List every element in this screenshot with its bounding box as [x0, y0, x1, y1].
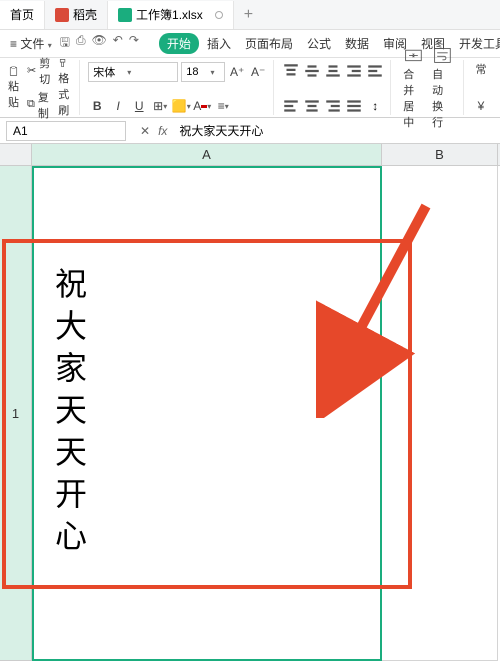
name-box[interactable]: A1	[6, 121, 126, 141]
formula-input[interactable]: 祝大家天天开心	[175, 122, 500, 139]
font-size-select[interactable]: 18▾	[181, 62, 225, 82]
doc-icon	[55, 8, 69, 22]
tab-label: 工作簿1.xlsx	[136, 6, 203, 23]
save-icon[interactable]: 🖫	[60, 33, 70, 54]
font-name-select[interactable]: 宋体▾	[88, 62, 178, 82]
menu-file[interactable]: ≡ 文件 ▾	[4, 32, 58, 55]
label: 复制	[38, 89, 50, 121]
orientation-button[interactable]: ↕	[366, 97, 384, 115]
align-bottom-button[interactable]	[324, 62, 342, 80]
select-all-corner[interactable]	[0, 144, 32, 165]
align-middle-button[interactable]	[303, 62, 321, 80]
menu-data[interactable]: 数据	[339, 32, 375, 55]
tab-home[interactable]: 首页	[0, 1, 45, 29]
brush-icon	[58, 58, 69, 69]
value: 宋体	[93, 64, 115, 80]
tab-doc2[interactable]: 工作簿1.xlsx	[108, 1, 234, 29]
ribbon-toolbar: 粘贴 ✂剪切 ⧉复制 格式刷 宋体▾ 18▾ A⁺ A⁻ B I U ⊞▾ 🟨▾…	[0, 58, 500, 118]
print-icon[interactable]: ⎙	[76, 33, 86, 54]
format-general-button[interactable]: 常	[472, 60, 490, 78]
font-grow-button[interactable]: A⁺	[228, 63, 246, 81]
menu-formula[interactable]: 公式	[301, 32, 337, 55]
menu-layout[interactable]: 页面布局	[239, 32, 299, 55]
label: 合并居中	[403, 66, 424, 130]
preview-icon[interactable]: 👁	[92, 33, 107, 54]
undo-icon[interactable]: ↶	[113, 33, 123, 54]
format-painter-button[interactable]: 格式刷	[54, 56, 73, 120]
label: 格式刷	[58, 70, 69, 118]
paste-button[interactable]: 粘贴	[4, 64, 23, 112]
underline-button[interactable]: U	[130, 97, 148, 115]
fill-color-button[interactable]: 🟨▾	[172, 97, 190, 115]
font-color-button[interactable]: A▾	[193, 97, 211, 115]
new-tab-button[interactable]: +	[234, 6, 263, 24]
menu-start[interactable]: 开始	[159, 33, 199, 54]
copy-icon: ⧉	[27, 98, 35, 111]
currency-button[interactable]: ¥	[472, 97, 490, 115]
justify-button[interactable]	[345, 97, 363, 115]
paste-label: 粘贴	[8, 78, 19, 110]
tab-doc1[interactable]: 稻壳	[45, 1, 108, 29]
border-button[interactable]: ⊞▾	[151, 97, 169, 115]
merge-icon	[403, 45, 424, 66]
redo-icon[interactable]: ↷	[129, 33, 139, 54]
value: 18	[186, 66, 198, 78]
font-shrink-button[interactable]: A⁻	[249, 63, 267, 81]
copy-button[interactable]: ⧉复制	[27, 89, 50, 121]
tab-label: 首页	[10, 6, 34, 23]
column-headers: A B	[0, 144, 500, 166]
label: 剪切	[39, 55, 50, 87]
highlight-box: 祝大家天天开心	[2, 239, 412, 589]
merge-center-button[interactable]: 合并居中	[399, 43, 428, 133]
spreadsheet-icon	[118, 8, 132, 22]
align-center-button[interactable]	[303, 97, 321, 115]
cell-a1[interactable]: 祝大家天天开心	[32, 166, 382, 661]
value: A1	[13, 124, 28, 138]
bold-button[interactable]: B	[88, 97, 106, 115]
formula-bar: A1 ✕ fx 祝大家天天开心	[0, 118, 500, 144]
unsaved-indicator-icon	[215, 11, 223, 19]
cell-text: 祝大家天天开心	[46, 267, 92, 561]
clipboard-icon	[8, 66, 19, 77]
document-tabs: 首页 稻壳 工作簿1.xlsx +	[0, 0, 500, 30]
label: 自动换行	[432, 66, 453, 130]
wrap-icon	[432, 45, 453, 66]
align-right-button[interactable]	[324, 97, 342, 115]
column-header-b[interactable]: B	[382, 144, 498, 165]
align-top-button[interactable]	[282, 62, 300, 80]
phonetic-button[interactable]: ≡▾	[214, 97, 232, 115]
cancel-icon[interactable]: ✕	[140, 124, 150, 138]
indent-increase-button[interactable]	[366, 62, 384, 80]
cut-button[interactable]: ✂剪切	[27, 55, 50, 87]
italic-button[interactable]: I	[109, 97, 127, 115]
spreadsheet-grid: A B 1 祝大家天天开心	[0, 144, 500, 661]
scissors-icon: ✂	[27, 64, 36, 77]
value: 祝大家天天开心	[179, 124, 263, 138]
align-left-button[interactable]	[282, 97, 300, 115]
menu-insert[interactable]: 插入	[201, 32, 237, 55]
indent-decrease-button[interactable]	[345, 62, 363, 80]
wrap-text-button[interactable]: 自动换行	[428, 43, 457, 133]
menu-devtool[interactable]: 开发工具	[453, 32, 500, 55]
cell-b1[interactable]	[382, 166, 498, 661]
menu-label: 文件	[20, 37, 44, 51]
column-header-a[interactable]: A	[32, 144, 382, 165]
fx-icon[interactable]: fx	[158, 124, 167, 138]
tab-label: 稻壳	[73, 6, 97, 23]
